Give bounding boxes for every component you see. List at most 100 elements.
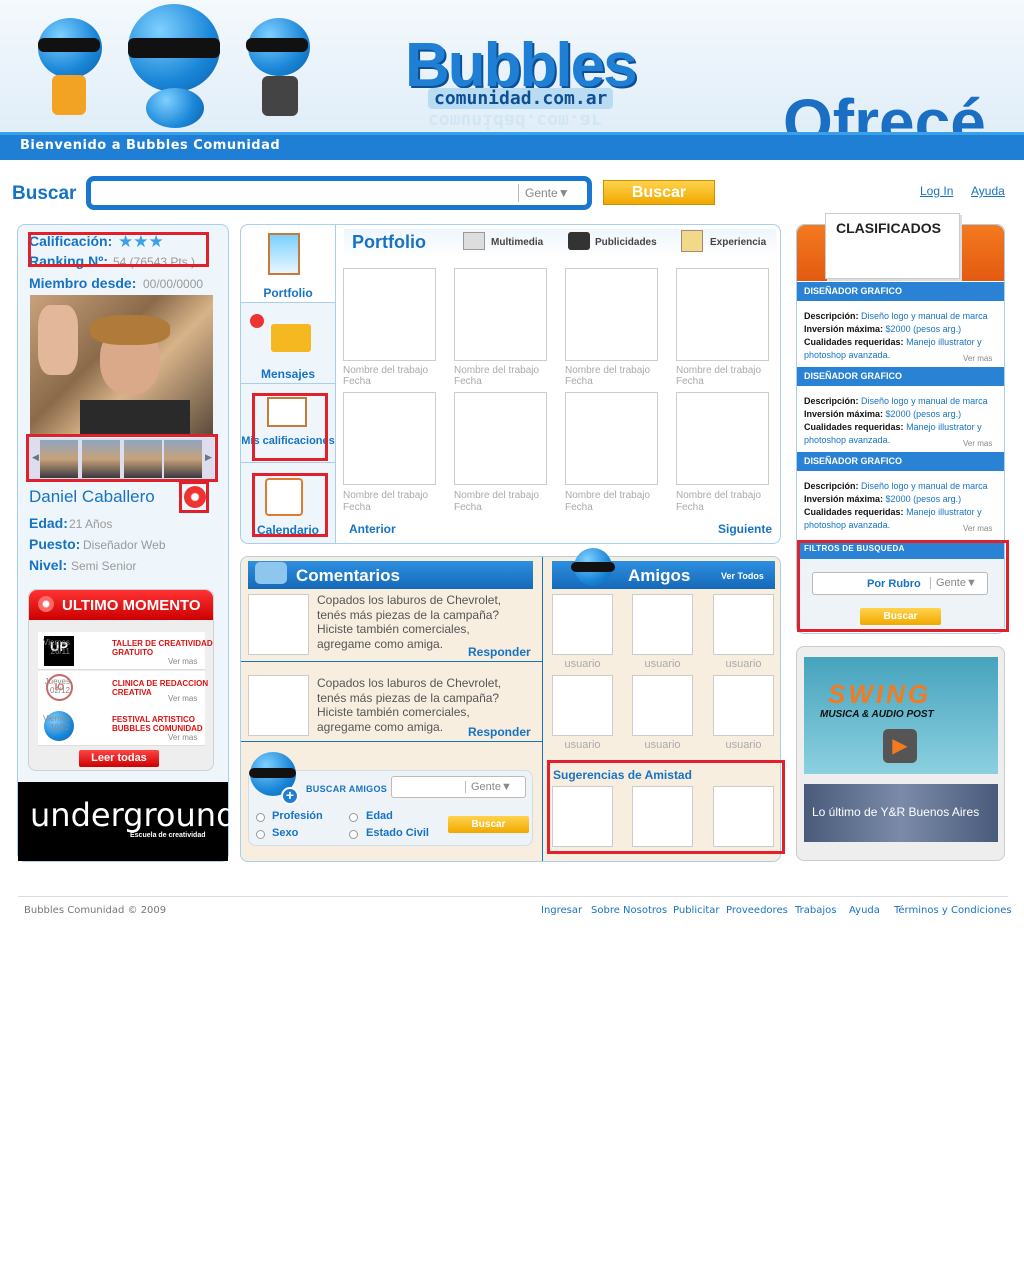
- radio-sex[interactable]: [256, 830, 265, 839]
- portfolio-tab-ads[interactable]: Publicidades: [595, 237, 657, 248]
- work-thumbnail[interactable]: [454, 392, 547, 485]
- highlight-suggestions: [547, 760, 785, 854]
- friends-title: Amigos: [628, 566, 691, 585]
- work-date: Fecha: [676, 502, 704, 513]
- classified-ad-description: Descripción: Diseño logo y manual de mar…: [804, 310, 1000, 323]
- work-thumbnail[interactable]: [343, 268, 436, 361]
- tab-messages[interactable]: Mensajes: [241, 304, 335, 384]
- radio-profession[interactable]: [256, 813, 265, 822]
- previous-link[interactable]: Anterior: [349, 522, 396, 536]
- footer-copyright: Bubbles Comunidad © 2009: [24, 905, 167, 916]
- highlight-calendar-tab: [252, 473, 328, 537]
- mascot-body: [52, 75, 86, 115]
- friend-name[interactable]: usuario: [632, 739, 693, 751]
- work-thumbnail[interactable]: [565, 392, 658, 485]
- work-thumbnail[interactable]: [454, 268, 547, 361]
- radio-label: Estado Civil: [366, 827, 429, 839]
- ad-inv-label: Inversión máxima:: [804, 324, 884, 334]
- search-input[interactable]: [97, 185, 527, 203]
- friend-name[interactable]: usuario: [713, 739, 774, 751]
- friend-name[interactable]: usuario: [632, 658, 693, 670]
- envelope-icon: [271, 324, 311, 352]
- search-button[interactable]: Buscar: [603, 180, 715, 205]
- footer-link-advertise[interactable]: Publicitar: [673, 905, 720, 916]
- ad-more-link[interactable]: Ver mas: [963, 439, 992, 448]
- column-divider: [542, 557, 543, 861]
- footer-link-about[interactable]: Sobre Nosotros: [591, 905, 667, 916]
- friend-avatar[interactable]: [713, 675, 774, 736]
- add-icon[interactable]: +: [281, 787, 299, 805]
- classified-ad-title[interactable]: DISEÑADOR GRAFICO: [804, 456, 902, 466]
- work-thumbnail[interactable]: [676, 268, 769, 361]
- friend-avatar[interactable]: [552, 675, 613, 736]
- work-date: Fecha: [565, 502, 593, 513]
- sunglasses-icon: [249, 768, 296, 778]
- friend-avatar[interactable]: [632, 675, 693, 736]
- radio-label: Sexo: [272, 827, 299, 839]
- level-label: Nivel:: [29, 557, 68, 573]
- read-all-button[interactable]: Leer todas: [79, 750, 159, 767]
- reply-link[interactable]: Responder: [468, 725, 531, 739]
- help-link[interactable]: Ayuda: [971, 184, 1005, 198]
- work-name: Nombre del trabajo: [343, 365, 429, 376]
- radio-age[interactable]: [349, 813, 358, 822]
- search-category-select[interactable]: Gente▼: [518, 184, 580, 202]
- portfolio-tab-multimedia[interactable]: Multimedia: [491, 237, 543, 248]
- friend-name[interactable]: usuario: [552, 658, 613, 670]
- reply-link[interactable]: Responder: [468, 645, 531, 659]
- classified-ad-investment: Inversión máxima: $2000 (pesos arg.): [804, 408, 1000, 421]
- position-value: Diseñador Web: [83, 538, 166, 552]
- footer-link-login[interactable]: Ingresar: [541, 905, 582, 916]
- work-thumbnail[interactable]: [565, 268, 658, 361]
- highlight-filters: [797, 540, 1009, 632]
- play-icon[interactable]: ▶: [883, 729, 917, 763]
- login-link[interactable]: Log In: [920, 184, 953, 198]
- logo-reflection: comunidad.com.ar: [428, 110, 602, 131]
- news-date: 10/12: [49, 723, 70, 732]
- classified-ad-title[interactable]: DISEÑADOR GRAFICO: [804, 371, 902, 381]
- comment-avatar[interactable]: [248, 675, 309, 736]
- news-title[interactable]: GRATUITO: [112, 648, 153, 657]
- work-name: Nombre del trabajo: [565, 365, 651, 376]
- swing-subtitle: MUSICA & AUDIO POST: [820, 709, 934, 720]
- yr-ad[interactable]: Lo último de Y&R Buenos Aires: [804, 784, 998, 842]
- news-title[interactable]: TALLER DE CREATIVIDAD: [112, 639, 213, 648]
- work-date: Fecha: [676, 376, 704, 387]
- ad-more-link[interactable]: Ver mas: [963, 524, 992, 533]
- next-link[interactable]: Siguiente: [718, 522, 772, 536]
- find-friends-select[interactable]: Gente▼: [465, 781, 512, 793]
- find-friends-button[interactable]: Buscar: [448, 816, 529, 833]
- portfolio-tab-experience[interactable]: Experiencia: [710, 237, 766, 248]
- work-thumbnail[interactable]: [343, 392, 436, 485]
- radio-civil-status[interactable]: [349, 830, 358, 839]
- camera-icon: [568, 232, 590, 250]
- friend-name[interactable]: usuario: [552, 739, 613, 751]
- friend-avatar[interactable]: [713, 594, 774, 655]
- news-title[interactable]: CLINICA DE REDACCION: [112, 679, 208, 688]
- profile-photo[interactable]: [30, 295, 213, 435]
- classified-ad-title[interactable]: DISEÑADOR GRAFICO: [804, 286, 902, 296]
- friend-avatar[interactable]: [632, 594, 693, 655]
- underground-ad[interactable]: underground Escuela de creatividad: [18, 782, 236, 861]
- hair-shape: [90, 315, 170, 345]
- friend-name[interactable]: usuario: [713, 658, 774, 670]
- footer-link-jobs[interactable]: Trabajos: [795, 905, 836, 916]
- ad-more-link[interactable]: Ver mas: [963, 354, 992, 363]
- comment-avatar[interactable]: [248, 594, 309, 655]
- ad-desc-value: Diseño logo y manual de marca: [861, 311, 988, 321]
- radio-label: Profesión: [272, 810, 323, 822]
- tab-portfolio[interactable]: Portfolio: [241, 225, 335, 303]
- portfolio-title: Portfolio: [352, 232, 426, 252]
- footer-link-terms[interactable]: Términos y Condiciones: [894, 905, 1012, 916]
- news-title[interactable]: BUBBLES COMUNIDAD: [112, 724, 203, 733]
- swing-ad[interactable]: SWING MUSICA & AUDIO POST ▶: [804, 657, 998, 774]
- ad-req-label: Cualidades requeridas:: [804, 507, 904, 517]
- footer-link-suppliers[interactable]: Proveedores: [726, 905, 788, 916]
- footer-link-help[interactable]: Ayuda: [849, 905, 880, 916]
- tv-icon: [463, 232, 485, 250]
- see-all-link[interactable]: Ver Todos: [721, 571, 764, 581]
- friend-avatar[interactable]: [552, 594, 613, 655]
- work-thumbnail[interactable]: [676, 392, 769, 485]
- news-title[interactable]: CREATIVA: [112, 688, 152, 697]
- news-title[interactable]: FESTIVAL ARTISTICO: [112, 715, 195, 724]
